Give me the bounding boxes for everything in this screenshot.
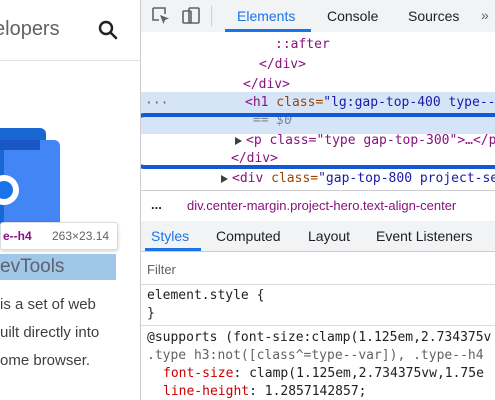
tooltip-dimensions: 263×23.14 bbox=[52, 229, 110, 243]
inspect-element-icon[interactable] bbox=[151, 6, 171, 26]
inspected-page: elopers e--h4 263×23.14 evTools is a set… bbox=[0, 0, 140, 400]
dom-node-close-div[interactable]: </div> bbox=[259, 54, 495, 76]
node-actions-dots[interactable]: ··· bbox=[145, 96, 168, 111]
devtools-panel: Elements Console Sources » ::after </div… bbox=[140, 0, 495, 400]
css-rules-pane: element.style { } @supports (font-size:c… bbox=[141, 285, 495, 400]
devtools-logo-icon bbox=[0, 118, 62, 240]
dom-node-div[interactable]: <div class="gap-top-800 project-se bbox=[221, 168, 495, 190]
search-icon[interactable] bbox=[96, 18, 120, 42]
dom-tree: ::after </div> </div> ··· <h1 class="lg:… bbox=[141, 32, 495, 190]
expand-triangle-icon[interactable] bbox=[221, 174, 228, 183]
element-tooltip: e--h4 263×23.14 bbox=[0, 222, 118, 250]
toolbar-divider bbox=[211, 6, 212, 26]
rule-close-brace: } bbox=[147, 306, 155, 321]
description-line: is a set of web bbox=[0, 296, 96, 313]
filter-bar bbox=[141, 252, 495, 285]
devtools-toolbar: Elements Console Sources » bbox=[141, 0, 495, 33]
selection-highlight-outline bbox=[141, 113, 495, 169]
styles-tabbar: Styles Computed Layout Event Listeners bbox=[141, 221, 495, 252]
tab-console[interactable]: Console bbox=[327, 8, 378, 24]
css-property-line-height[interactable]: line-height: 1.2857142857; bbox=[163, 383, 367, 400]
tab-event-listeners[interactable]: Event Listeners bbox=[376, 228, 473, 244]
element-style-rule[interactable]: element.style { bbox=[147, 287, 264, 305]
css-property-font-size[interactable]: font-size: clamp(1.125em,2.734375vw,1.75… bbox=[163, 365, 484, 383]
tab-elements[interactable]: Elements bbox=[237, 8, 295, 24]
tooltip-selector: e--h4 bbox=[3, 229, 32, 243]
more-tabs-button[interactable]: » bbox=[481, 7, 489, 23]
tab-computed[interactable]: Computed bbox=[216, 228, 281, 244]
page-heading: evTools bbox=[0, 256, 65, 277]
active-tab-indicator bbox=[145, 248, 201, 251]
description-line: uilt directly into bbox=[0, 324, 100, 341]
dom-node-after[interactable]: ::after bbox=[275, 34, 495, 56]
device-toolbar-icon[interactable] bbox=[181, 6, 201, 26]
tab-sources[interactable]: Sources bbox=[408, 8, 459, 24]
tab-styles[interactable]: Styles bbox=[151, 228, 189, 244]
rule-divider bbox=[141, 325, 495, 326]
breadcrumb-more-button[interactable]: ... bbox=[151, 197, 162, 212]
styles-filter-input[interactable] bbox=[145, 257, 479, 281]
breadcrumb: ... div.center-margin.project-hero.text-… bbox=[141, 190, 495, 222]
description-line: ome browser. bbox=[0, 352, 91, 369]
tab-layout[interactable]: Layout bbox=[308, 228, 350, 244]
site-header: elopers bbox=[0, 0, 140, 61]
site-title[interactable]: elopers bbox=[0, 18, 60, 41]
css-selector[interactable]: .type h3:not([class^=type--var]), .type-… bbox=[147, 347, 484, 365]
supports-rule[interactable]: @supports (font-size:clamp(1.125em,2.734… bbox=[147, 329, 491, 347]
breadcrumb-item[interactable]: div.center-margin.project-hero.text-alig… bbox=[187, 198, 456, 213]
